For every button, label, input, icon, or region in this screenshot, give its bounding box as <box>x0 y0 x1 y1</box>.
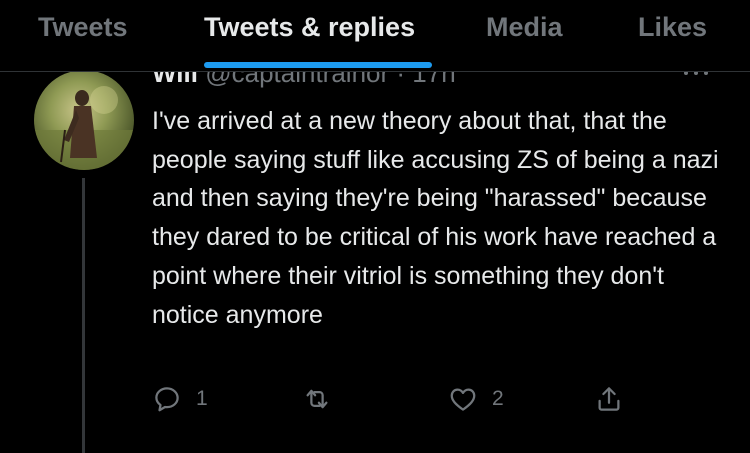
retweet-icon <box>306 389 328 409</box>
share-button[interactable] <box>594 384 624 414</box>
reply-count: 1 <box>196 387 208 410</box>
tweet-actions: 1 2 <box>0 380 750 424</box>
active-tab-indicator <box>204 62 432 68</box>
profile-tabs: Tweets Tweets & replies Media Likes <box>0 0 750 72</box>
retweet-button[interactable] <box>302 384 332 414</box>
reply-button[interactable]: 1 <box>152 384 208 414</box>
tab-likes[interactable]: Likes <box>638 12 707 43</box>
tweet-text: I've arrived at a new theory about that,… <box>152 107 719 329</box>
avatar[interactable] <box>34 70 134 170</box>
like-count: 2 <box>492 387 504 410</box>
reply-icon <box>155 387 179 412</box>
heart-icon <box>450 388 476 411</box>
tab-tweets-and-replies[interactable]: Tweets & replies <box>204 12 415 43</box>
share-icon <box>598 387 620 411</box>
tab-tweets[interactable]: Tweets <box>38 12 128 43</box>
tab-media[interactable]: Media <box>486 12 563 43</box>
avatar-image <box>34 86 134 170</box>
like-button[interactable]: 2 <box>448 384 504 414</box>
